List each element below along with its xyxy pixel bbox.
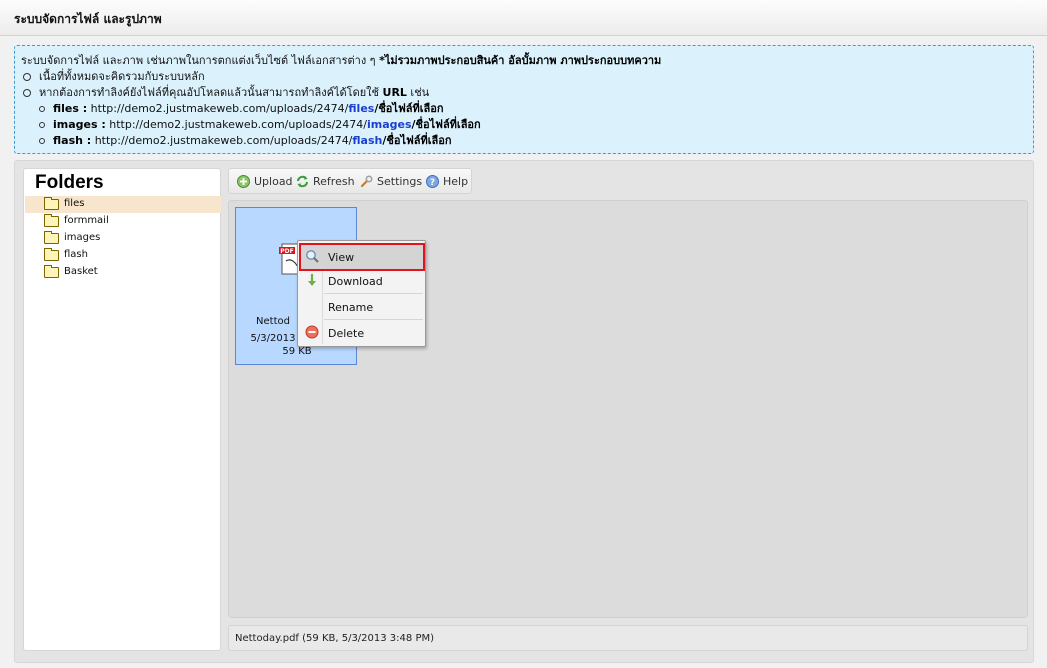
file-manager: Folders files formmail images flash Bask…: [14, 160, 1034, 663]
status-text: Nettoday.pdf (59 KB, 5/3/2013 3:48 PM): [235, 633, 434, 644]
info-panel: ระบบจัดการไฟล์ และภาพ เช่นภาพในการตกแต่ง…: [14, 45, 1034, 154]
folder-item-basket[interactable]: Basket: [25, 264, 221, 281]
upload-icon: [237, 175, 250, 188]
bullet-icon: [39, 122, 45, 128]
folder-label: images: [64, 232, 101, 243]
folder-item-formmail[interactable]: formmail: [25, 213, 221, 230]
upload-label: Upload: [254, 175, 293, 188]
context-download-label: Download: [328, 275, 383, 288]
bullet-icon: [23, 73, 31, 81]
title-bar: ระบบจัดการไฟล์ และรูปภาพ: [0, 0, 1047, 36]
bullet-icon: [23, 89, 31, 97]
info-note2-bold: URL: [382, 86, 407, 99]
status-bar: Nettoday.pdf (59 KB, 5/3/2013 3:48 PM): [228, 625, 1028, 651]
url-label: flash :: [53, 134, 92, 147]
url-label: files :: [53, 102, 88, 115]
info-note1-text: เนื้อที่ทั้งหมดจะคิดรวมกับระบบหลัก: [39, 70, 205, 83]
folder-item-images[interactable]: images: [25, 230, 221, 247]
folder-icon: [44, 231, 59, 244]
context-view-label: View: [328, 251, 355, 264]
upload-button[interactable]: Upload: [237, 174, 293, 190]
context-delete-label: Delete: [328, 327, 365, 340]
folder-label: flash: [64, 249, 88, 260]
folder-icon: [44, 214, 59, 227]
url-suffix: /ชื่อไฟล์ที่เลือก: [382, 134, 452, 147]
info-url-files: files : http://demo2.justmakeweb.com/upl…: [21, 101, 1027, 117]
info-note-link: หากต้องการทำลิงค์ยังไฟล์ที่คุณอัปโหลดแล้…: [21, 85, 1027, 101]
url-folder: images: [366, 118, 412, 131]
file-name-text: Nettod: [256, 316, 290, 327]
wrench-icon: [360, 175, 373, 188]
info-intro: ระบบจัดการไฟล์ และภาพ เช่นภาพในการตกแต่ง…: [21, 53, 1027, 69]
folder-label: formmail: [64, 215, 109, 226]
context-rename-label: Rename: [328, 301, 374, 314]
folder-item-flash[interactable]: flash: [25, 247, 221, 264]
help-button[interactable]: ? Help: [426, 174, 468, 190]
url-prefix: http://demo2.justmakeweb.com/uploads/247…: [94, 134, 353, 147]
url-folder: flash: [352, 134, 383, 147]
refresh-button[interactable]: Refresh: [296, 174, 355, 190]
toolbar: Upload Refresh Settings ? Help: [228, 168, 472, 194]
context-rename-item[interactable]: Rename: [300, 294, 423, 319]
file-date-text: 5/3/2013: [250, 333, 296, 344]
url-label: images :: [53, 118, 106, 131]
info-note2-suffix: เช่น: [406, 86, 430, 99]
info-note-space: เนื้อที่ทั้งหมดจะคิดรวมกับระบบหลัก: [21, 69, 1027, 85]
svg-text:?: ?: [430, 178, 435, 188]
folders-title: Folders: [35, 172, 104, 193]
pdf-badge-text: PDF: [280, 248, 293, 255]
settings-label: Settings: [377, 175, 423, 188]
info-intro-text: ระบบจัดการไฟล์ และภาพ เช่นภาพในการตกแต่ง…: [21, 54, 380, 67]
refresh-icon: [297, 175, 308, 188]
bullet-icon: [39, 106, 45, 112]
info-url-images: images : http://demo2.justmakeweb.com/up…: [21, 117, 1027, 133]
url-folder: files: [348, 102, 375, 115]
info-note2-text: หากต้องการทำลิงค์ยังไฟล์ที่คุณอัปโหลดแล้…: [39, 86, 383, 99]
help-label: Help: [443, 175, 469, 188]
download-arrow-icon: [308, 274, 316, 286]
info-url-flash: flash : http://demo2.justmakeweb.com/upl…: [21, 133, 1027, 149]
context-download-item[interactable]: Download: [300, 268, 423, 293]
info-intro-bold: *ไม่รวมภาพประกอบสินค้า อัลบั้มภาพ ภาพประ…: [379, 54, 662, 67]
folder-label: Basket: [64, 266, 98, 277]
page-title: ระบบจัดการไฟล์ และรูปภาพ: [14, 12, 162, 26]
url-prefix: http://demo2.justmakeweb.com/uploads/247…: [90, 102, 349, 115]
magnifier-icon: [306, 250, 319, 263]
bullet-icon: [39, 138, 45, 144]
folders-panel: Folders files formmail images flash Bask…: [23, 168, 221, 651]
delete-icon: [305, 325, 319, 339]
context-delete-item[interactable]: Delete: [300, 320, 423, 345]
refresh-label: Refresh: [313, 175, 355, 188]
settings-button[interactable]: Settings: [360, 174, 422, 190]
file-size: 59 KB: [282, 346, 312, 357]
url-prefix: http://demo2.justmakeweb.com/uploads/247…: [109, 118, 367, 131]
context-menu: View Download Rename Delete: [297, 240, 426, 347]
url-suffix: /ชื่อไฟล์ที่เลือก: [411, 118, 481, 131]
folder-icon: [44, 248, 59, 261]
folder-item-files[interactable]: files: [25, 196, 221, 213]
help-icon: ?: [426, 175, 439, 188]
context-view-item[interactable]: View: [299, 243, 425, 271]
url-suffix: /ชื่อไฟล์ที่เลือก: [374, 102, 444, 115]
folder-label: files: [64, 198, 85, 209]
folder-icon: [44, 197, 59, 210]
folder-icon: [44, 265, 59, 278]
